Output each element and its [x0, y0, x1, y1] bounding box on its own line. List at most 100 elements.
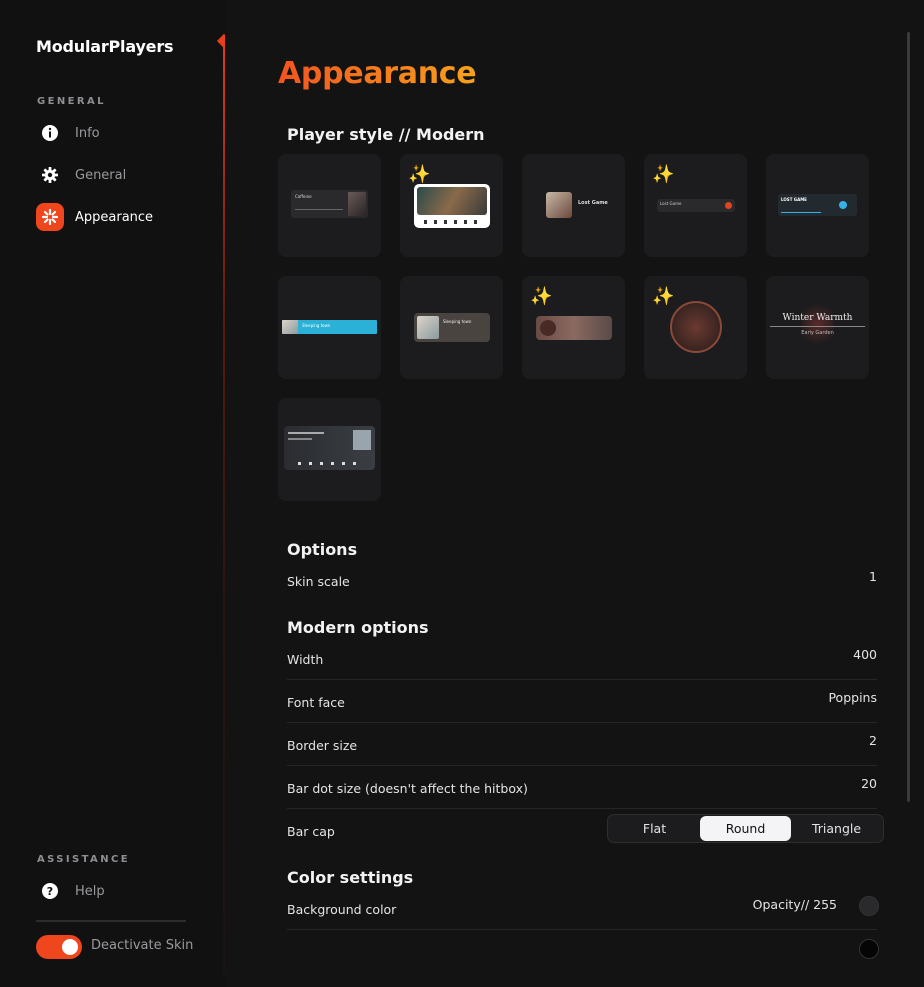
skin-preview: Sleeping town — [282, 320, 377, 334]
skin-tile-8[interactable]: ✨ — [522, 276, 625, 379]
skin-tile-7[interactable]: Sleeping town — [400, 276, 503, 379]
background-color-label: Background color — [287, 902, 397, 917]
bar-cap-label: Bar cap — [287, 824, 335, 839]
skin-preview-dot — [839, 201, 847, 209]
sidebar-item-label: Appearance — [75, 209, 154, 225]
background-opacity-value[interactable]: Opacity// 255 — [753, 897, 837, 912]
border-size-label: Border size — [287, 738, 358, 753]
appearance-icon — [36, 203, 64, 231]
sidebar-item-label: Info — [75, 125, 100, 141]
row-separator — [287, 722, 877, 723]
section-label-general: GENERAL — [37, 96, 106, 107]
skin-preview: Sleeping town — [414, 313, 490, 342]
skin-tile-1[interactable]: Caffeine — [278, 154, 381, 257]
help-icon: ? — [36, 877, 64, 905]
gear-icon — [36, 161, 64, 189]
sidebar: ModularPlayers GENERAL Info General Appe… — [0, 0, 224, 987]
skin-tile-6[interactable]: Sleeping town — [278, 276, 381, 379]
skin-preview-art — [802, 300, 834, 348]
sidebar-item-info[interactable]: Info — [36, 118, 206, 148]
skin-preview-controls — [424, 220, 480, 224]
magic-wand-icon: ✨ — [652, 286, 675, 307]
sidebar-item-label: General — [75, 167, 127, 183]
sidebar-item-label: Help — [75, 883, 105, 899]
color-swatch[interactable] — [859, 939, 879, 959]
skin-preview-art — [353, 430, 371, 450]
svg-text:?: ? — [47, 885, 53, 898]
bar-cap-round[interactable]: Round — [700, 816, 791, 841]
skin-preview-art — [348, 192, 366, 216]
main-content: Appearance Player style // Modern Caffei… — [225, 0, 924, 987]
skin-preview-subtext: Early Garden — [801, 330, 834, 336]
skin-preview-text: Sleeping town — [302, 323, 331, 328]
bar-dot-size-value[interactable]: 20 — [861, 776, 877, 791]
border-size-value[interactable]: 2 — [869, 733, 877, 748]
skin-tile-3[interactable]: Lost Game — [522, 154, 625, 257]
skin-tile-5[interactable]: LOST GAME — [766, 154, 869, 257]
width-label: Width — [287, 652, 324, 667]
skin-preview-text: Lost Game — [578, 200, 608, 206]
bar-cap-triangle[interactable]: Triangle — [791, 816, 882, 841]
skin-preview — [536, 316, 612, 340]
magic-wand-icon: ✨ — [530, 286, 553, 307]
options-heading: Options — [287, 540, 358, 559]
skin-scale-value[interactable]: 1 — [869, 569, 877, 584]
color-settings-heading: Color settings — [287, 868, 414, 887]
skin-preview-art — [282, 320, 298, 334]
skin-preview-art — [417, 316, 439, 339]
skin-preview: Lost Game — [657, 199, 735, 212]
skin-tile-11[interactable] — [278, 398, 381, 501]
skin-preview-text: Caffeine — [295, 194, 312, 199]
skin-tile-4[interactable]: Lost Game ✨ — [644, 154, 747, 257]
magic-wand-icon: ✨ — [408, 164, 431, 185]
page-title: Appearance — [278, 56, 477, 91]
background-color-swatch[interactable] — [859, 896, 879, 916]
scrollbar[interactable] — [907, 32, 910, 802]
player-style-heading: Player style // Modern — [287, 125, 485, 144]
bar-dot-size-label: Bar dot size (doesn't affect the hitbox) — [287, 781, 528, 796]
skin-preview-controls — [298, 462, 358, 465]
skin-preview-line — [288, 438, 312, 440]
skin-preview-bar — [295, 209, 343, 210]
row-separator — [287, 679, 877, 680]
deactivate-skin-label: Deactivate Skin — [91, 938, 194, 953]
modern-options-heading: Modern options — [287, 618, 429, 637]
skin-preview-bar — [770, 326, 865, 327]
skin-preview-line — [288, 432, 324, 434]
section-label-assistance: ASSISTANCE — [37, 854, 130, 865]
font-face-value[interactable]: Poppins — [828, 690, 877, 705]
info-icon — [36, 119, 64, 147]
sidebar-item-appearance[interactable]: Appearance — [36, 202, 206, 232]
skin-preview-art — [546, 192, 572, 218]
skin-preview — [284, 426, 375, 470]
sidebar-divider — [36, 920, 186, 922]
skin-preview — [414, 184, 490, 228]
skin-preview-art — [417, 187, 487, 215]
row-separator — [287, 929, 877, 930]
bar-cap-flat[interactable]: Flat — [609, 816, 700, 841]
skin-preview-bar — [781, 212, 821, 213]
magic-wand-icon: ✨ — [652, 164, 675, 185]
row-separator — [287, 808, 877, 809]
width-value[interactable]: 400 — [853, 647, 877, 662]
deactivate-skin-toggle[interactable] — [36, 935, 82, 959]
skin-preview-text: Winter Warmth — [782, 313, 853, 323]
skin-tile-2[interactable]: ✨ — [400, 154, 503, 257]
sidebar-item-general[interactable]: General — [36, 160, 206, 190]
toggle-knob — [62, 939, 78, 955]
row-separator — [287, 765, 877, 766]
skin-preview-text: LOST GAME — [781, 197, 807, 202]
skin-preview-art — [540, 320, 556, 336]
skin-scale-label: Skin scale — [287, 574, 350, 589]
skin-preview-text: Sleeping town — [443, 319, 472, 324]
font-face-label: Font face — [287, 695, 345, 710]
skin-preview: LOST GAME — [778, 194, 857, 216]
sidebar-item-help[interactable]: ? Help — [36, 876, 206, 906]
bar-cap-segmented-control: Flat Round Triangle — [607, 814, 884, 843]
skin-tile-9[interactable]: ✨ — [644, 276, 747, 379]
app-logo: ModularPlayers — [36, 37, 174, 56]
skin-preview: Caffeine — [291, 190, 368, 218]
app-window: ModularPlayers GENERAL Info General Appe… — [0, 0, 924, 987]
skin-preview-dot — [725, 202, 732, 209]
skin-tile-10[interactable]: Winter Warmth Early Garden — [766, 276, 869, 379]
